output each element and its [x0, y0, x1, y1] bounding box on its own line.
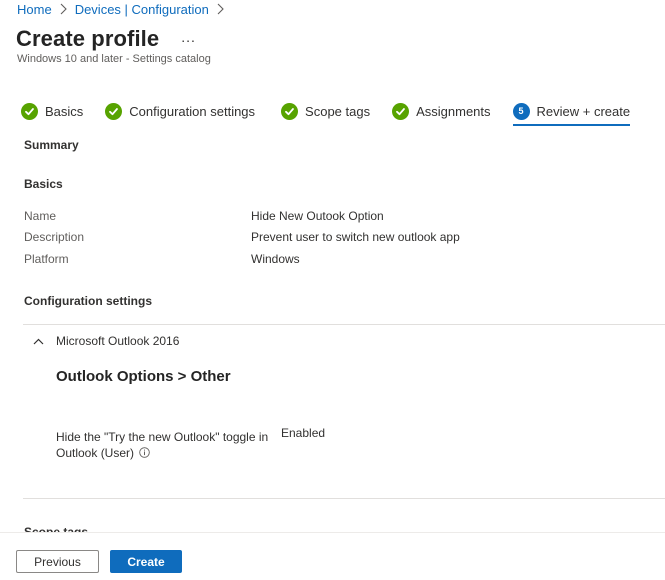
setting-value: Enabled: [281, 426, 326, 440]
checkmark-icon: [105, 102, 123, 120]
chevron-right-icon: [217, 3, 224, 15]
wizard-step-label: Configuration settings: [129, 103, 256, 119]
wizard-step-label: Assignments: [416, 103, 491, 119]
breadcrumb: Home Devices | Configuration: [17, 0, 232, 18]
settings-category-title: Outlook Options > Other: [56, 368, 231, 385]
basics-key: Platform: [24, 252, 69, 266]
page-header: Create profile ...: [16, 24, 196, 54]
more-options-button[interactable]: ...: [181, 29, 196, 45]
create-button[interactable]: Create: [110, 550, 182, 573]
checkmark-icon: [21, 102, 38, 120]
chevron-right-icon: [60, 3, 67, 15]
wizard-steps: Basics Configuration settings Scope tags…: [21, 98, 631, 126]
configuration-settings-heading: Configuration settings: [24, 294, 152, 308]
previous-button[interactable]: Previous: [16, 550, 99, 573]
scope-tags-heading: Scope tags: [24, 525, 89, 532]
chevron-up-icon: [33, 338, 56, 345]
basics-value: Hide New Outook Option: [251, 209, 384, 223]
basics-key: Description: [24, 230, 85, 244]
checkmark-icon: [392, 102, 410, 120]
page-title: Create profile: [16, 26, 160, 51]
basics-row-name: Name Hide New Outook Option: [24, 209, 384, 223]
basics-key: Name: [24, 209, 57, 223]
wizard-step-label: Basics: [45, 103, 84, 119]
breadcrumb-devices-configuration-link[interactable]: Devices | Configuration: [75, 2, 209, 17]
wizard-step-review-create[interactable]: 5 Review + create: [512, 98, 631, 126]
wizard-step-basics[interactable]: Basics: [21, 98, 83, 124]
footer-actions: Previous Create: [0, 532, 665, 580]
wizard-step-configuration-settings[interactable]: Configuration settings: [105, 98, 255, 124]
wizard-step-scope-tags[interactable]: Scope tags: [281, 98, 370, 124]
info-icon[interactable]: [139, 447, 150, 459]
basics-row-platform: Platform Windows: [24, 252, 300, 266]
basics-value: Prevent user to switch new outlook app: [251, 230, 460, 244]
wizard-step-assignments[interactable]: Assignments: [392, 98, 491, 124]
checkmark-icon: [281, 102, 299, 120]
settings-group-label: Microsoft Outlook 2016: [56, 334, 180, 348]
wizard-step-label: Review + create: [536, 103, 631, 119]
summary-heading: Summary: [24, 138, 79, 152]
step-number-badge: 5: [512, 102, 530, 120]
basics-heading: Basics: [24, 177, 63, 191]
wizard-step-label: Scope tags: [305, 103, 371, 119]
basics-row-description: Description Prevent user to switch new o…: [24, 230, 460, 244]
setting-name-text: Hide the "Try the new Outlook" toggle in…: [56, 430, 269, 460]
setting-name: Hide the "Try the new Outlook" toggle in…: [56, 429, 276, 461]
breadcrumb-home-link[interactable]: Home: [17, 2, 52, 17]
divider: [23, 324, 665, 325]
basics-value: Windows: [251, 252, 300, 266]
page-subtitle: Windows 10 and later - Settings catalog: [17, 53, 211, 65]
divider: [23, 498, 665, 499]
settings-group-toggle[interactable]: Microsoft Outlook 2016: [33, 334, 179, 348]
